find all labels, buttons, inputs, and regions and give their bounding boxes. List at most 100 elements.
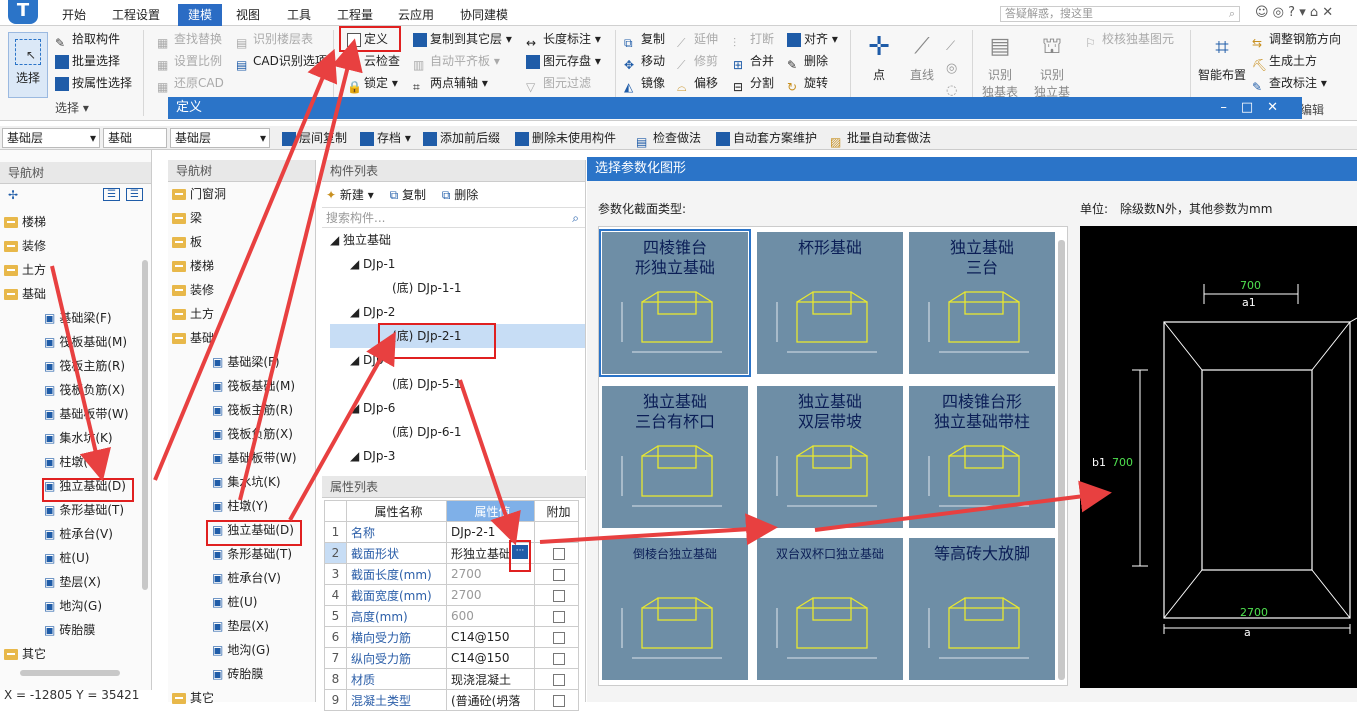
tab-start[interactable]: 开始	[62, 6, 86, 23]
comp-item[interactable]: (底) DJp-6-1	[330, 420, 585, 444]
navm-sub-item[interactable]: ▣ 筏板负筋(X)	[172, 422, 315, 446]
prop-value[interactable]: 现浇混凝土	[446, 668, 535, 690]
rotate-button[interactable]: ↻ 旋转	[787, 73, 828, 94]
navl-sub-item[interactable]: ▣ 筏板基础(M)	[4, 330, 151, 354]
prop-row[interactable]: 6 横向受力筋 C14@150	[324, 626, 579, 648]
copy-to-other-layer[interactable]: 复制到其它层 ▾	[413, 29, 512, 49]
check-labels[interactable]: ✎ 查改标注 ▾	[1252, 73, 1327, 94]
prop-add-checkbox[interactable]	[552, 568, 565, 581]
prop-add-checkbox[interactable]	[552, 652, 565, 665]
batch-select[interactable]: 批量选择	[55, 51, 120, 71]
navl-folder[interactable]: 土方	[4, 258, 151, 282]
interlayer-copy[interactable]: 层间复制	[282, 128, 347, 148]
prop-add-checkbox[interactable]	[552, 589, 565, 602]
archive-button[interactable]: 存档 ▾	[360, 128, 411, 148]
delete-unused[interactable]: 删除未使用构件	[515, 128, 616, 148]
navl-folder[interactable]: 楼梯	[4, 210, 151, 234]
navm-sub-item[interactable]: ▣ 集水坑(K)	[172, 470, 315, 494]
type-combo-left[interactable]: 基础	[103, 128, 167, 148]
navl-folder[interactable]: 装修	[4, 234, 151, 258]
tab-quantity[interactable]: 工程量	[337, 6, 373, 23]
navl-sub-item[interactable]: ▣ 筏板负筋(X)	[4, 378, 151, 402]
window-controls[interactable]: –□✕	[1220, 97, 1292, 119]
split-button[interactable]: ⊟ 分割	[733, 73, 774, 94]
comp-search-input[interactable]: 搜索构件... ⌕	[322, 208, 585, 228]
line-tool[interactable]: ⟋ 直线	[905, 32, 939, 83]
tile-scrollbar[interactable]	[1058, 240, 1065, 680]
navl-sub-item[interactable]: ▣ 集水坑(K)	[4, 426, 151, 450]
ellipsis-button[interactable]: ···	[512, 545, 528, 559]
merge-button[interactable]: ⊞ 合并	[733, 51, 774, 72]
add-prefix-suffix[interactable]: 添加前后缀	[423, 128, 500, 148]
navm-folder[interactable]: 土方	[172, 302, 315, 326]
prop-add-checkbox[interactable]	[552, 631, 565, 644]
prop-value[interactable]: C14@150	[446, 647, 535, 669]
param-tile[interactable]: 杯形基础	[757, 232, 903, 374]
prop-add-checkbox[interactable]	[552, 673, 565, 686]
navm-sub-item[interactable]: ▣ 柱墩(Y)	[172, 494, 315, 518]
smart-layout-button[interactable]: ⌗ 智能布置	[1195, 32, 1249, 83]
param-tile[interactable]: 独立基础 双层带坡	[757, 386, 903, 528]
comp-item[interactable]: (底) DJp-5-1	[330, 372, 585, 396]
prop-row[interactable]: 4 截面宽度(mm) 2700	[324, 584, 579, 606]
draw-extra-icons[interactable]: ⟋ ◎ ◌	[946, 36, 957, 102]
comp-group[interactable]: ◢ DJp-1	[330, 252, 585, 276]
adjust-rebar-dir[interactable]: ⇆ 调整钢筋方向	[1252, 29, 1341, 50]
prop-value[interactable]: C14@150	[446, 626, 535, 648]
floor-combo-left[interactable]: 基础层 ▾	[2, 128, 100, 148]
prop-row[interactable]: 2 截面形状 形独立基础	[324, 542, 579, 564]
navm-folder[interactable]: 装修	[172, 278, 315, 302]
generate-earth[interactable]: ⛏ 生成土方	[1252, 51, 1317, 72]
navl-folder-other[interactable]: 其它	[4, 642, 151, 666]
align-button[interactable]: 对齐 ▾	[787, 29, 838, 49]
navm-folder[interactable]: 基础	[172, 326, 315, 350]
identify-floor-table[interactable]: ▤ 识别楼层表	[236, 29, 313, 50]
cloud-check[interactable]: ☁ 云检查	[347, 51, 400, 72]
extend-button[interactable]: ⟋ 延伸	[677, 29, 718, 50]
select-group-label[interactable]: 选择 ▾	[55, 98, 89, 118]
verify-foundation[interactable]: ⚐ 校核独基图元	[1085, 29, 1174, 50]
delete-comp-button[interactable]: ⧉ 删除	[442, 188, 478, 202]
navm-folder[interactable]: 楼梯	[172, 254, 315, 278]
element-filter[interactable]: ▽ 图元过滤	[526, 73, 591, 94]
prop-add-checkbox[interactable]	[552, 547, 565, 560]
tab-collab[interactable]: 协同建模	[460, 6, 508, 23]
navm-sub-item[interactable]: ▣ 桩承台(V)	[172, 566, 315, 590]
navm-folder[interactable]: 板	[172, 230, 315, 254]
prop-row[interactable]: 9 混凝土类型 (普通砼(坍落	[324, 689, 579, 711]
nav-left-toolbar[interactable]: ✢ ☰ ☰	[0, 184, 151, 210]
navm-sub-item[interactable]: ▣ 基础梁(F)	[172, 350, 315, 374]
tab-tools[interactable]: 工具	[287, 6, 311, 23]
navm-folder-other[interactable]: 其它	[172, 686, 315, 710]
navm-folder[interactable]: 门窗洞	[172, 182, 315, 206]
help-icons[interactable]: ☺ ◎ ? ▾ ⌂ ✕	[1255, 5, 1333, 20]
batch-auto-method[interactable]: ▨ 批量自动套做法	[830, 128, 931, 149]
length-dim[interactable]: ↔ 长度标注 ▾	[526, 29, 601, 50]
tab-view[interactable]: 视图	[236, 6, 260, 23]
save-element[interactable]: 图元存盘 ▾	[526, 51, 601, 71]
offset-button[interactable]: ⌓ 偏移	[677, 73, 718, 94]
navl-sub-item[interactable]: ▣ 基础板带(W)	[4, 402, 151, 426]
comp-group[interactable]: ◢ DJp-3	[330, 444, 585, 468]
comp-item[interactable]: (底) DJp-1-1	[330, 276, 585, 300]
navm-sub-item[interactable]: ▣ 地沟(G)	[172, 638, 315, 662]
prop-row[interactable]: 7 纵向受力筋 C14@150	[324, 647, 579, 669]
navl-sub-item[interactable]: ▣ 砖胎膜	[4, 618, 151, 642]
tab-cloud[interactable]: 云应用	[398, 6, 434, 23]
navl-sub-item[interactable]: ▣ 桩(U)	[4, 546, 151, 570]
comp-group[interactable]: ◢ DJp-2	[330, 300, 585, 324]
prop-row[interactable]: 5 高度(mm) 600	[324, 605, 579, 627]
navm-sub-item[interactable]: ▣ 基础板带(W)	[172, 446, 315, 470]
param-tile[interactable]: 双台双杯口独立基础	[757, 538, 903, 680]
prop-add-checkbox[interactable]	[552, 694, 565, 707]
navm-sub-item[interactable]: ▣ 砖胎膜	[172, 662, 315, 686]
trim-button[interactable]: ⟋ 修剪	[677, 51, 718, 72]
param-tile[interactable]: 等高砖大放脚	[909, 538, 1055, 680]
new-button[interactable]: ✦ 新建 ▾	[326, 188, 374, 202]
select-by-attr[interactable]: 按属性选择	[55, 73, 132, 93]
comp-root[interactable]: ◢ 独立基础	[330, 228, 585, 252]
param-tile[interactable]: 四棱锥台 形独立基础	[599, 229, 751, 377]
navl-sub-item[interactable]: ▣ 桩承台(V)	[4, 522, 151, 546]
comp-group[interactable]: ◢ DJp-6	[330, 396, 585, 420]
param-tile[interactable]: 倒棱台独立基础	[602, 538, 748, 680]
